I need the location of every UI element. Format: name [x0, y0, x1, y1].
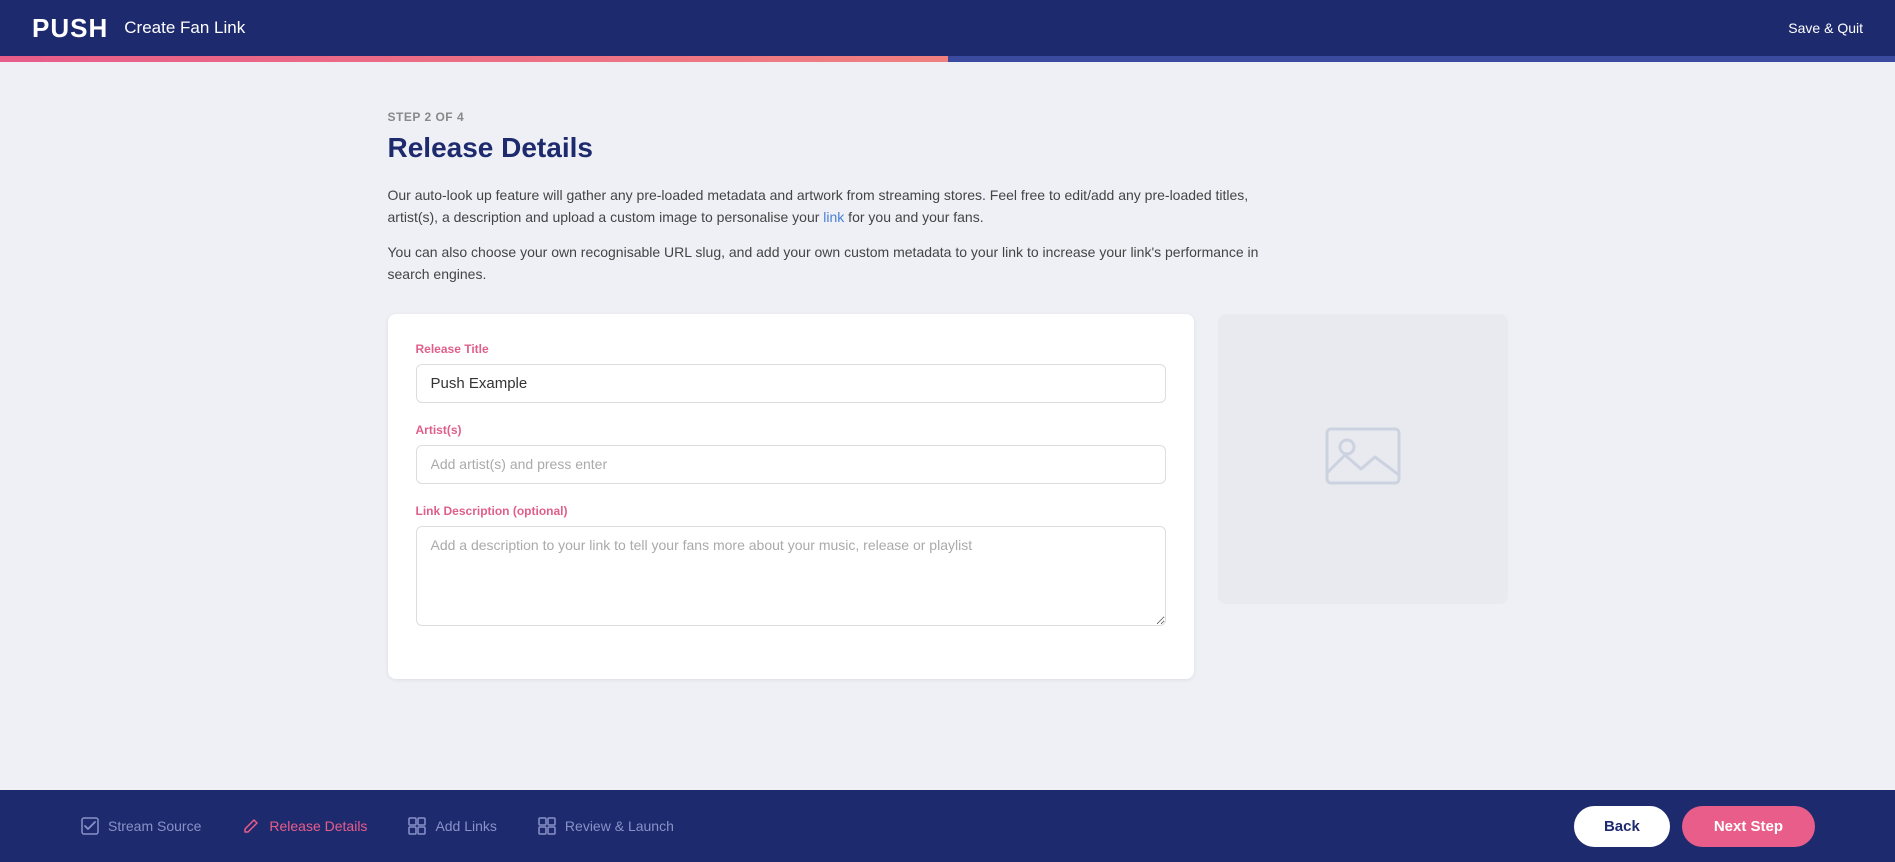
- page-title: Release Details: [388, 132, 1508, 164]
- image-placeholder[interactable]: [1218, 314, 1508, 604]
- form-card: Release Title Artist(s) Link Description…: [388, 314, 1194, 679]
- description-textarea[interactable]: [416, 526, 1166, 626]
- footer-buttons: Back Next Step: [1574, 806, 1815, 847]
- save-quit-button[interactable]: Save & Quit: [1788, 20, 1863, 36]
- release-title-input[interactable]: [416, 364, 1166, 403]
- steps-nav: Stream Source Release Details Add Lin: [80, 816, 674, 836]
- step-nav-release-details[interactable]: Release Details: [241, 816, 367, 836]
- footer-nav: Stream Source Release Details Add Lin: [0, 790, 1895, 862]
- header-left: PUSH Create Fan Link: [32, 13, 245, 44]
- step-nav-stream-source[interactable]: Stream Source: [80, 816, 201, 836]
- step-nav-review-launch[interactable]: Review & Launch: [537, 816, 674, 836]
- description-label: Link Description (optional): [416, 504, 1166, 518]
- image-icon: [1323, 421, 1403, 496]
- release-title-group: Release Title: [416, 342, 1166, 403]
- main-content: STEP 2 OF 4 Release Details Our auto-loo…: [0, 62, 1895, 790]
- release-details-label: Release Details: [269, 818, 367, 834]
- artists-group: Artist(s): [416, 423, 1166, 484]
- form-area: Release Title Artist(s) Link Description…: [388, 314, 1508, 679]
- link-anchor[interactable]: link: [823, 209, 844, 225]
- grid-icon-1: [407, 816, 427, 836]
- header: PUSH Create Fan Link Save & Quit: [0, 0, 1895, 56]
- next-step-button[interactable]: Next Step: [1682, 806, 1815, 847]
- description-group: Link Description (optional): [416, 504, 1166, 631]
- description-text-2: You can also choose your own recognisabl…: [388, 241, 1288, 286]
- step-nav-add-links[interactable]: Add Links: [407, 816, 496, 836]
- step-label: STEP 2 OF 4: [388, 110, 1508, 124]
- content-wrapper: STEP 2 OF 4 Release Details Our auto-loo…: [348, 110, 1548, 679]
- description-text-1: Our auto-look up feature will gather any…: [388, 184, 1288, 229]
- edit-icon: [241, 816, 261, 836]
- logo: PUSH: [32, 13, 108, 44]
- release-title-label: Release Title: [416, 342, 1166, 356]
- review-launch-label: Review & Launch: [565, 818, 674, 834]
- stream-source-label: Stream Source: [108, 818, 201, 834]
- add-links-label: Add Links: [435, 818, 496, 834]
- grid-icon-2: [537, 816, 557, 836]
- page-header-title: Create Fan Link: [124, 18, 245, 38]
- back-button[interactable]: Back: [1574, 806, 1670, 847]
- check-square-icon: [80, 816, 100, 836]
- artists-input[interactable]: [416, 445, 1166, 484]
- artists-label: Artist(s): [416, 423, 1166, 437]
